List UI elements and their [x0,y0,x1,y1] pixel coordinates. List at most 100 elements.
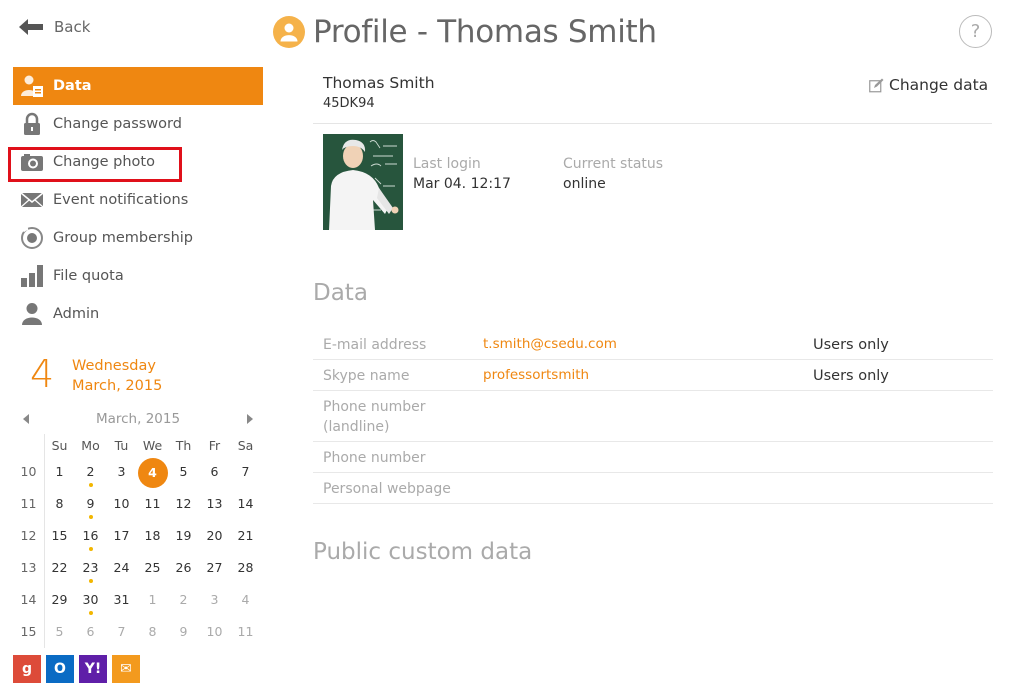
weekday-label: Tu [114,437,129,453]
calendar-day[interactable]: 8 [44,488,75,520]
calendar-day[interactable]: 10 [106,488,137,520]
sidebar-item-change-password[interactable]: Change password [13,105,263,143]
sidebar-item-data[interactable]: Data [13,67,263,105]
sidebar-item-group-membership[interactable]: Group membership [13,219,263,257]
calendar-day[interactable]: 22 [44,552,75,584]
week-number: 14 [20,592,37,607]
calendar-day-number: 3 [117,464,126,479]
last-login-value: Mar 04. 12:17 [413,176,511,192]
calendar-day[interactable]: 24 [106,552,137,584]
yahoo-icon[interactable]: Y! [79,655,107,683]
calendar-day[interactable]: 12 [168,488,199,520]
calendar-day[interactable]: 14 [230,488,261,520]
profile-name: Thomas Smith [323,74,435,92]
calendar-day[interactable]: 30 [75,584,106,616]
sidebar-menu: Data Change password Change photo Event … [13,67,263,333]
calendar-day-number: 12 [175,496,192,511]
sidebar-item-event-notifications[interactable]: Event notifications [13,181,263,219]
calendar-day[interactable]: 6 [75,616,106,648]
profile-photo [323,134,403,230]
data-section-title: Data [313,280,368,306]
mail-icon[interactable]: ✉ [112,655,140,683]
calendar-day[interactable]: 8 [137,616,168,648]
calendar-week-row: 15 5 6 7 8 9 10 11 [13,616,263,648]
calendar-day-today[interactable]: 4 [137,456,168,488]
calendar-day-number: 26 [175,560,192,575]
calendar-day-number: 3 [210,592,219,607]
calendar-day[interactable]: 11 [230,616,261,648]
calendar-day[interactable]: 6 [199,456,230,488]
calendar-day[interactable]: 21 [230,520,261,552]
help-button[interactable]: ? [959,15,992,48]
calendar-day[interactable]: 9 [75,488,106,520]
weekday-label: We [142,437,163,453]
calendar-day[interactable]: 19 [168,520,199,552]
calendar-day[interactable]: 23 [75,552,106,584]
calendar-day[interactable]: 10 [199,616,230,648]
page-title: Profile - Thomas Smith [313,14,657,50]
calendar-day-number: 4 [241,592,250,607]
calendar-day-number: 13 [206,496,223,511]
change-data-button[interactable]: Change data [869,76,988,94]
calendar-day[interactable]: 16 [75,520,106,552]
calendar-day[interactable]: 3 [106,456,137,488]
back-button[interactable]: Back [18,18,90,36]
calendar-day[interactable]: 13 [199,488,230,520]
calendar-day[interactable]: 4 [230,584,261,616]
calendar-day[interactable]: 15 [44,520,75,552]
custom-data-section-title: Public custom data [313,539,533,565]
calendar-day-number: 8 [148,624,157,639]
user-data-icon [19,73,45,99]
data-row-privacy: Users only [813,368,889,384]
calendar-day[interactable]: 2 [75,456,106,488]
sidebar-item-file-quota[interactable]: File quota [13,257,263,295]
calendar-day-number: 20 [206,528,223,543]
data-row-value[interactable]: t.smith@csedu.com [483,335,813,353]
calendar-day[interactable]: 20 [199,520,230,552]
calendar-day[interactable]: 25 [137,552,168,584]
calendar-day[interactable]: 2 [168,584,199,616]
prev-month-icon[interactable] [23,414,29,424]
calendar-week-row: 10 1 2 3 4 5 6 7 [13,456,263,488]
current-day-number: 4 [30,352,55,396]
data-row-value[interactable]: professortsmith [483,366,813,384]
calendar-day[interactable]: 3 [199,584,230,616]
weekday-header-row: Su Mo Tu We Th Fr Sa [13,434,263,456]
calendar-day[interactable]: 29 [44,584,75,616]
calendar-day[interactable]: 7 [106,616,137,648]
arrow-left-icon [19,19,43,35]
week-number: 13 [20,560,37,575]
calendar-day-number: 30 [82,592,99,607]
calendar-day[interactable]: 27 [199,552,230,584]
calendar-nav: March, 2015 [13,408,263,430]
google-icon[interactable]: g [13,655,41,683]
calendar-day-number: 22 [51,560,68,575]
calendar-day-number: 27 [206,560,223,575]
calendar-day[interactable]: 28 [230,552,261,584]
page-header: Profile - Thomas Smith [273,14,657,50]
calendar-day[interactable]: 9 [168,616,199,648]
calendar-day[interactable]: 7 [230,456,261,488]
calendar-day[interactable]: 18 [137,520,168,552]
calendar-day-number: 11 [237,624,254,639]
sidebar-item-admin[interactable]: Admin [13,295,263,333]
calendar-day[interactable]: 17 [106,520,137,552]
weekday-label: Th [175,437,192,453]
last-login-label: Last login [413,156,481,172]
calendar-day[interactable]: 5 [168,456,199,488]
calendar-day[interactable]: 1 [137,584,168,616]
calendar-day[interactable]: 26 [168,552,199,584]
calendar-day[interactable]: 1 [44,456,75,488]
calendar-grid: Su Mo Tu We Th Fr Sa 10 1 2 3 4 5 6 7 11 8 9 10 11 12… [13,434,263,648]
next-month-icon[interactable] [247,414,253,424]
data-table: E-mail address t.smith@csedu.com Users onl… [313,329,993,504]
calendar-day[interactable]: 31 [106,584,137,616]
week-number: 10 [20,464,37,479]
calendar-day[interactable]: 5 [44,616,75,648]
selection-highlight [8,147,182,182]
data-row: Personal webpage [313,473,993,504]
calendar-day-number: 1 [55,464,64,479]
calendar-day[interactable]: 11 [137,488,168,520]
calendar-day-number: 11 [144,496,161,511]
outlook-icon[interactable]: O [46,655,74,683]
